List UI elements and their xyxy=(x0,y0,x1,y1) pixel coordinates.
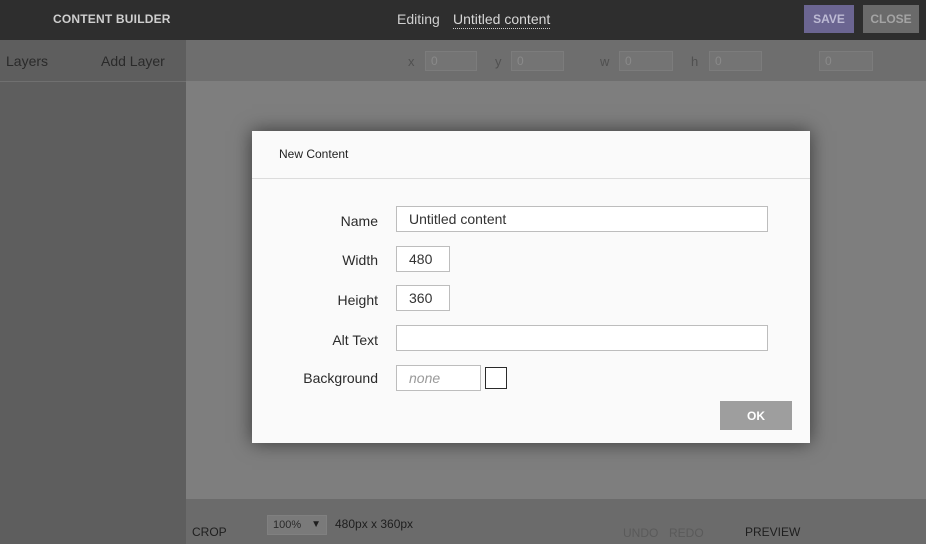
zoom-select[interactable]: 100% ▼ xyxy=(267,515,327,535)
rotation-input[interactable]: 0 xyxy=(819,51,873,71)
y-label: y xyxy=(495,54,502,69)
dialog-height-input[interactable]: 360 xyxy=(396,285,450,311)
left-panel-tabs: Layers Add Layer xyxy=(0,40,186,82)
background-label: Background xyxy=(303,370,378,386)
app-title: CONTENT BUILDER xyxy=(53,12,171,26)
dialog-width-input[interactable]: 480 xyxy=(396,246,450,272)
h-label: h xyxy=(691,54,699,69)
y-input[interactable]: 0 xyxy=(511,51,564,71)
transform-toolbar: x 0 y 0 w 0 h 0 0 xyxy=(186,40,926,81)
dialog-header: New Content xyxy=(252,131,810,179)
preview-button[interactable]: PREVIEW xyxy=(745,525,800,539)
chevron-down-icon: ▼ xyxy=(311,519,321,530)
left-panel: Layers Add Layer xyxy=(0,40,186,544)
bottom-bar: CROP 100% ▼ 480px x 360px UNDO REDO PREV… xyxy=(186,499,926,544)
undo-button[interactable]: UNDO xyxy=(623,526,658,540)
close-button[interactable]: CLOSE xyxy=(863,5,919,33)
new-content-dialog: New Content Name Untitled content Width … xyxy=(252,131,810,443)
tab-layers[interactable]: Layers xyxy=(6,53,48,69)
name-label: Name xyxy=(340,213,378,229)
height-label: Height xyxy=(337,292,378,308)
height-input[interactable]: 0 xyxy=(709,51,762,71)
redo-button[interactable]: REDO xyxy=(669,526,704,540)
top-bar: CONTENT BUILDER Editing Untitled content… xyxy=(0,0,926,40)
width-input[interactable]: 0 xyxy=(619,51,673,71)
color-swatch[interactable] xyxy=(485,367,507,389)
x-input[interactable]: 0 xyxy=(425,51,477,71)
w-label: w xyxy=(600,54,610,69)
name-input[interactable]: Untitled content xyxy=(396,206,768,232)
width-label: Width xyxy=(342,252,378,268)
editing-label: Editing xyxy=(397,11,440,27)
alt-text-label: Alt Text xyxy=(332,332,378,348)
zoom-value: 100% xyxy=(273,519,302,531)
ok-button[interactable]: OK xyxy=(720,401,792,430)
crop-button[interactable]: CROP xyxy=(192,525,227,539)
background-input[interactable]: none xyxy=(396,365,481,391)
save-button[interactable]: SAVE xyxy=(804,5,854,33)
dialog-title: New Content xyxy=(279,147,349,161)
tab-add-layer[interactable]: Add Layer xyxy=(101,53,165,69)
x-label: x xyxy=(408,54,415,69)
document-name[interactable]: Untitled content xyxy=(453,11,551,29)
alt-text-input[interactable] xyxy=(396,325,768,351)
canvas-size-label: 480px x 360px xyxy=(335,517,414,531)
